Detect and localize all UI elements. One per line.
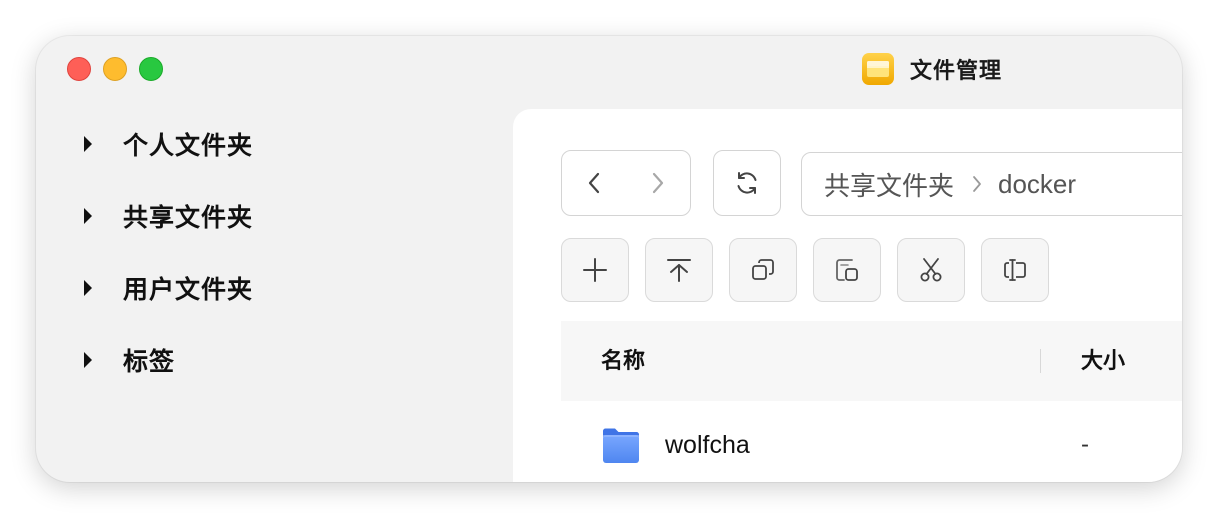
minimize-window-button[interactable] [103,57,127,81]
chevron-left-icon [588,172,600,194]
breadcrumb: 共享文件夹 docker [801,152,1182,216]
rename-icon [1004,259,1026,281]
sidebar-item-label: 共享文件夹 [123,204,254,232]
cut-icon [920,258,942,282]
chevron-right-icon [972,174,982,194]
folder-app-icon [862,53,894,85]
folder-icon [603,428,639,463]
app-title: 文件管理 [910,58,1003,83]
back-button[interactable] [562,151,626,215]
upload-icon [667,259,691,282]
column-header-size[interactable]: 大小 [1081,321,1125,401]
column-header-name[interactable]: 名称 [601,321,645,401]
rename-button[interactable] [981,238,1049,302]
zoom-window-button[interactable] [139,57,163,81]
sidebar-item-label: 标签 [123,348,176,376]
new-button[interactable] [561,238,629,302]
refresh-button[interactable] [713,150,781,216]
paste-button[interactable] [813,238,881,302]
sidebar-item-tags[interactable]: 标签 [36,324,496,396]
sidebar-item-user-folder[interactable]: 用户文件夹 [36,252,496,324]
refresh-icon [737,172,757,194]
copy-button[interactable] [729,238,797,302]
file-size: - [1081,431,1089,458]
sidebar-item-label: 用户文件夹 [123,276,254,304]
chevron-right-icon [652,172,664,194]
plus-icon [583,258,607,282]
paste-icon [836,259,858,281]
sidebar-item-shared-folder[interactable]: 共享文件夹 [36,180,496,252]
file-manager-window: 文件管理 个人文件夹 共享文件夹 用户文件夹 标签 共享文件夹 docker 名… [36,36,1182,482]
triangle-right-icon[interactable] [84,280,92,296]
breadcrumb-item-docker[interactable]: docker [998,169,1076,200]
close-window-button[interactable] [67,57,91,81]
triangle-right-icon[interactable] [84,208,92,224]
forward-button[interactable] [626,151,690,215]
triangle-right-icon[interactable] [84,136,92,152]
upload-button[interactable] [645,238,713,302]
column-divider[interactable] [1040,349,1041,373]
main-panel: 共享文件夹 docker 名称 大小 wolfcha - [513,109,1182,482]
triangle-right-icon[interactable] [84,352,92,368]
window-title: 文件管理 [862,52,1002,86]
sidebar-item-label: 个人文件夹 [123,132,254,160]
cut-button[interactable] [897,238,965,302]
sidebar: 个人文件夹 共享文件夹 用户文件夹 标签 [36,108,496,396]
breadcrumb-item-shared-folder[interactable]: 共享文件夹 [824,166,954,203]
file-name: wolfcha [665,431,750,459]
sidebar-item-personal-folder[interactable]: 个人文件夹 [36,108,496,180]
table-row[interactable]: wolfcha - [561,401,1182,482]
history-nav-group [561,150,691,216]
copy-icon [752,259,774,280]
table-header: 名称 大小 [561,321,1182,401]
